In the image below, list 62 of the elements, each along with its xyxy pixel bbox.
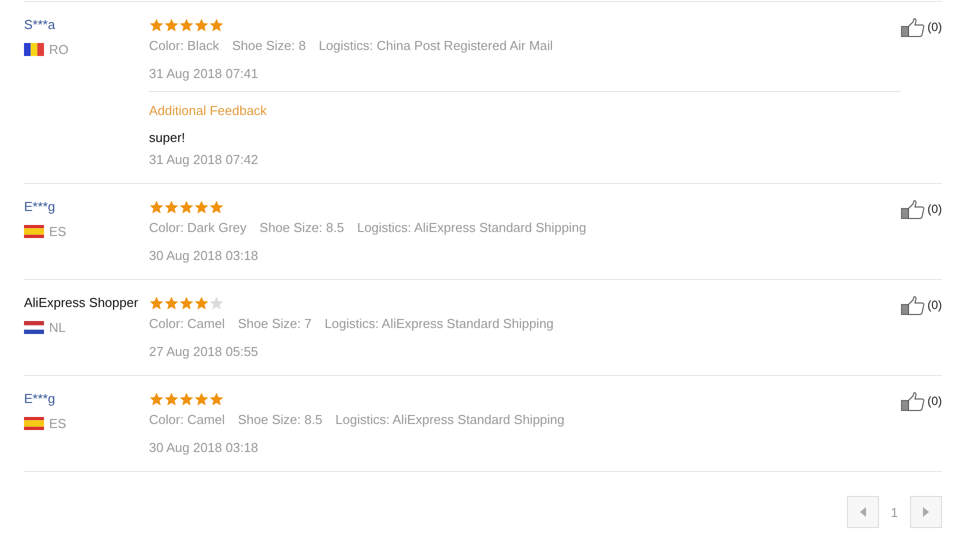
helpful-count: (0) xyxy=(927,19,942,36)
flag-icon xyxy=(24,321,44,334)
order-attribute: Color: Dark Grey xyxy=(149,220,247,235)
right-arrow-icon xyxy=(923,507,929,517)
star-icon xyxy=(194,392,209,406)
feedback-text: super! xyxy=(149,130,186,145)
flag-icon xyxy=(24,43,44,56)
review-date: 27 Aug 2018 05:55 xyxy=(149,344,258,359)
buyer-name: E***g xyxy=(24,198,56,216)
country-code: ES xyxy=(49,224,66,239)
star-icon xyxy=(179,296,194,310)
star-icon xyxy=(149,296,164,310)
star-icon xyxy=(164,392,179,406)
star-icon xyxy=(179,392,194,406)
thumbs-up-icon[interactable] xyxy=(901,200,926,219)
review-date: 30 Aug 2018 03:18 xyxy=(149,248,258,263)
star-icon xyxy=(209,392,224,406)
additional-feedback-title: Additional Feedback xyxy=(149,103,267,118)
star-icon xyxy=(209,296,224,310)
star-icon xyxy=(164,296,179,310)
thumbs-up-icon[interactable] xyxy=(901,392,926,411)
star-icon xyxy=(209,18,224,32)
star-icon xyxy=(179,18,194,32)
country-code: RO xyxy=(49,42,68,57)
order-attribute: Shoe Size: 8.5 xyxy=(260,220,344,235)
order-attribute: Logistics: AliExpress Standard Shipping xyxy=(335,412,564,427)
review-date: 30 Aug 2018 03:18 xyxy=(149,440,258,455)
star-icon xyxy=(149,200,164,214)
helpful-count: (0) xyxy=(927,297,942,314)
order-attribute: Shoe Size: 8.5 xyxy=(238,412,322,427)
star-icon xyxy=(194,296,209,310)
buyer-name: E***g xyxy=(24,390,56,408)
star-icon xyxy=(164,18,179,32)
country-code: ES xyxy=(49,416,66,431)
order-attribute: Shoe Size: 7 xyxy=(238,316,312,331)
country-code: NL xyxy=(49,320,66,335)
star-icon xyxy=(194,200,209,214)
star-icon xyxy=(149,18,164,32)
order-attribute: Shoe Size: 8 xyxy=(232,38,306,53)
star-icon xyxy=(179,200,194,214)
flag-icon xyxy=(24,225,44,238)
order-attribute: Color: Camel xyxy=(149,316,225,331)
star-icon xyxy=(209,200,224,214)
thumbs-up-icon[interactable] xyxy=(901,18,926,37)
order-attribute: Color: Black xyxy=(149,38,220,53)
order-attribute: Logistics: AliExpress Standard Shipping xyxy=(357,220,586,235)
left-arrow-icon xyxy=(860,507,866,517)
review-date: 31 Aug 2018 07:42 xyxy=(149,152,258,167)
star-icon xyxy=(149,392,164,406)
order-attribute: Color: Camel xyxy=(149,412,225,427)
buyer-name: S***a xyxy=(24,16,56,34)
buyer-name: AliExpress Shopper xyxy=(24,294,140,312)
helpful-count: (0) xyxy=(927,201,942,218)
order-attribute: Logistics: AliExpress Standard Shipping xyxy=(324,316,554,331)
star-icon xyxy=(194,18,209,32)
thumbs-up-icon[interactable] xyxy=(901,296,926,315)
flag-icon xyxy=(24,417,44,430)
star-icon xyxy=(164,200,179,214)
order-attribute: Logistics: China Post Registered Air Mail xyxy=(318,38,553,53)
helpful-count: (0) xyxy=(927,393,942,410)
page-number[interactable]: 1 xyxy=(890,504,898,520)
review-date: 31 Aug 2018 07:41 xyxy=(149,66,258,81)
